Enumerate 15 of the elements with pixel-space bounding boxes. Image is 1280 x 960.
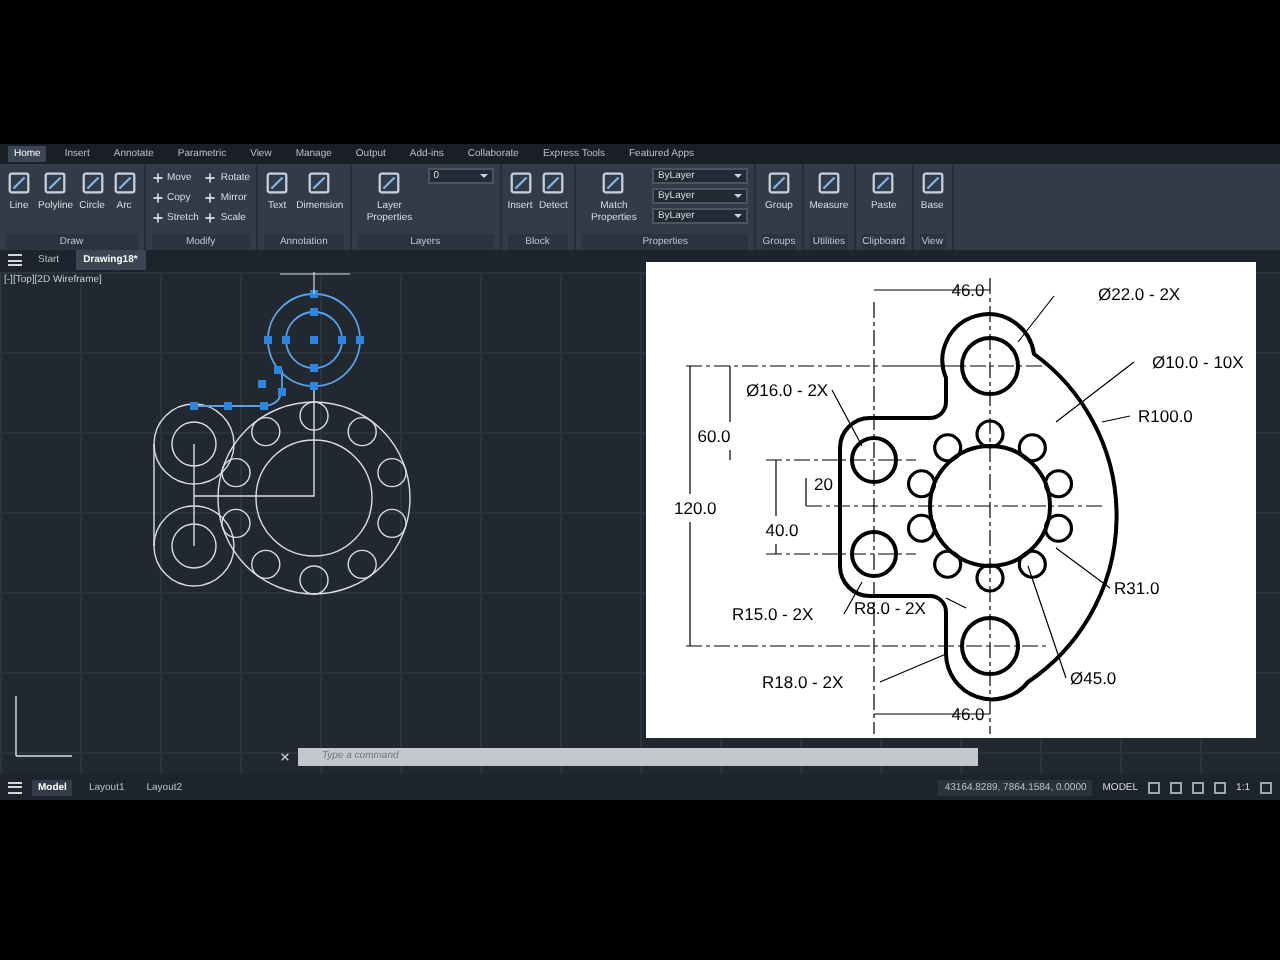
dimension-label: 60.0 [697, 425, 731, 446]
dimension-label: R8.0 - 2X [854, 597, 926, 618]
dimension-label: 20 [814, 473, 833, 494]
dimension-label: R100.0 [1138, 405, 1193, 426]
dimension-label: 120.0 [674, 497, 717, 518]
dimension-label: R18.0 - 2X [762, 671, 844, 692]
dimension-label: Ø10.0 - 10X [1152, 351, 1244, 372]
dimension-label: 46.0 [951, 279, 985, 300]
dimension-label: 46.0 [951, 703, 985, 724]
dimension-label: 40.0 [765, 519, 799, 540]
dimension-label: Ø16.0 - 2X [746, 379, 829, 400]
dimension-label: R15.0 - 2X [732, 603, 814, 624]
dimension-label: Ø22.0 - 2X [1098, 283, 1181, 304]
dimension-label: Ø45.0 [1070, 667, 1117, 688]
dimension-label: R31.0 [1114, 577, 1160, 598]
